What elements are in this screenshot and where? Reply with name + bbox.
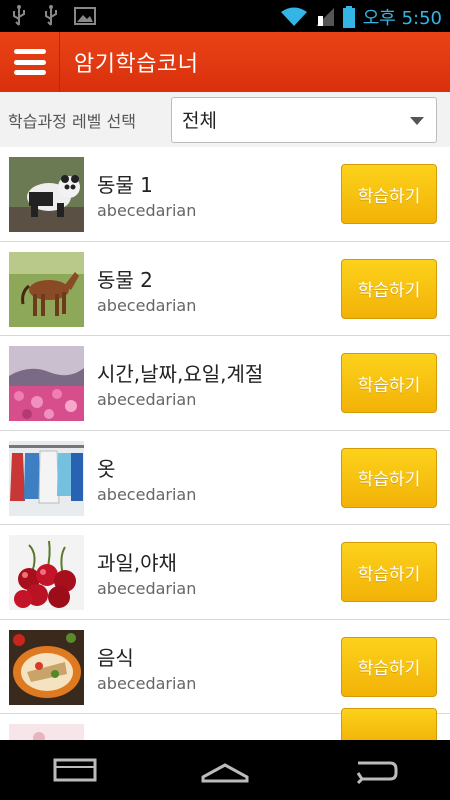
level-select-value: 전체 (182, 110, 217, 132)
cherries-image (9, 535, 84, 610)
study-button[interactable]: 학습하기 (341, 258, 437, 319)
filter-label: 학습과정 레벨 선택 (8, 111, 136, 131)
back-icon[interactable] (350, 755, 400, 785)
study-button[interactable]: 학습하기 (341, 353, 437, 413)
dropdown-arrow-icon (410, 116, 424, 125)
usb-icon (13, 5, 25, 26)
status-bar: 오후 5:50 (0, 0, 450, 32)
item-title: 시간,날짜,요일,계절 (97, 362, 264, 386)
study-button[interactable]: 학습하기 (341, 542, 437, 602)
list-item[interactable]: 시간,날짜,요일,계절 abecedarian 학습하기 (0, 336, 450, 431)
clothes-image (9, 440, 84, 516)
navigation-bar (0, 740, 450, 800)
list-item[interactable]: 동물 2 abecedarian 학습하기 (0, 241, 450, 336)
image-icon (74, 7, 96, 25)
food-image (9, 629, 84, 705)
battery-icon (342, 6, 355, 28)
item-title: 음식 (97, 645, 134, 670)
study-button[interactable]: 학습하기 (341, 447, 437, 508)
item-subtitle: abecedarian (97, 579, 197, 598)
app-title: 암기학습코너 (74, 52, 199, 77)
item-title: 동물 2 (97, 267, 153, 292)
item-subtitle: abecedarian (97, 295, 197, 315)
item-title: 옷 (97, 456, 116, 481)
partial-image (9, 724, 84, 740)
level-select[interactable]: 전체 (171, 96, 437, 143)
signal-icon (315, 8, 334, 26)
item-title: 동물 1 (97, 173, 153, 197)
hamburger-menu-icon (13, 49, 46, 75)
home-icon[interactable] (200, 755, 250, 785)
study-button[interactable]: 학습하기 (341, 636, 437, 697)
item-title: 과일,야채 (97, 551, 177, 575)
clock: 오후 5:50 (362, 8, 442, 29)
list-item[interactable]: 옷 abecedarian 학습하기 (0, 430, 450, 525)
item-subtitle: abecedarian (97, 390, 197, 409)
wifi-icon (280, 7, 307, 26)
item-subtitle: abecedarian (97, 484, 197, 504)
list-item[interactable] (0, 708, 450, 740)
course-list: 동물 1 abecedarian 학습하기 동물 2 abecedarian 학… (0, 147, 450, 740)
list-item[interactable]: 과일,야채 abecedarian 학습하기 (0, 525, 450, 620)
horse-image (9, 251, 84, 327)
study-button[interactable] (341, 708, 437, 740)
item-subtitle: abecedarian (97, 673, 197, 693)
panda-image (9, 157, 84, 232)
recent-apps-icon[interactable] (50, 755, 100, 785)
level-filter: 학습과정 레벨 선택 전체 (0, 92, 450, 147)
menu-button[interactable] (0, 32, 60, 92)
list-item[interactable]: 음식 abecedarian 학습하기 (0, 619, 450, 714)
item-subtitle: abecedarian (97, 201, 197, 220)
flowers-image (9, 346, 84, 421)
list-item[interactable]: 동물 1 abecedarian 학습하기 (0, 147, 450, 242)
usb-icon (45, 5, 57, 26)
app-bar: 암기학습코너 (0, 32, 450, 92)
study-button[interactable]: 학습하기 (341, 164, 437, 224)
